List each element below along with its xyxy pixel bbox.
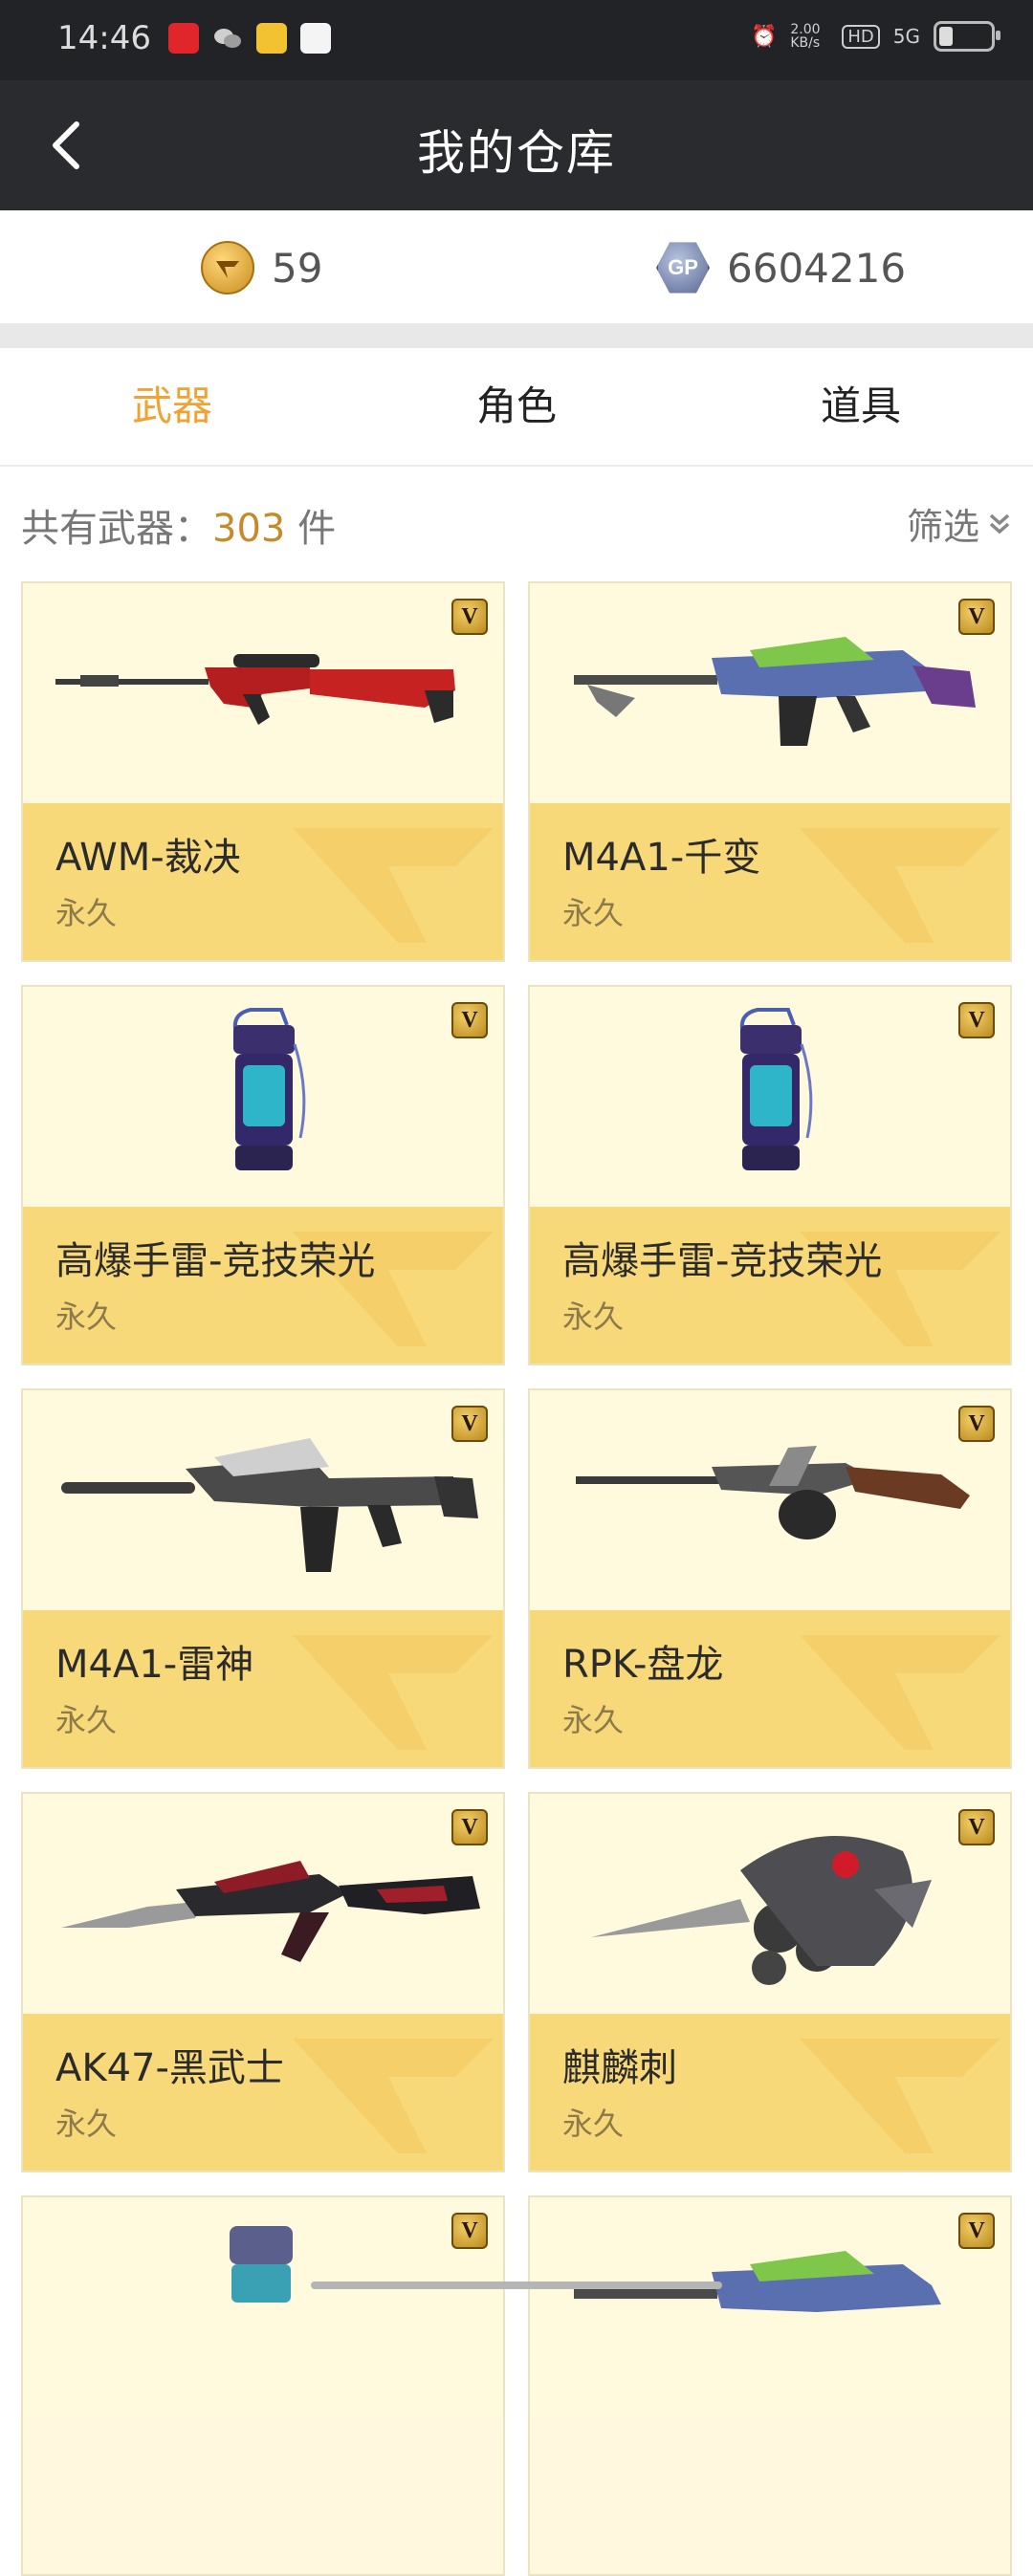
cf-logo-icon bbox=[293, 828, 494, 943]
knuckle-blade-icon bbox=[591, 1836, 932, 1985]
double-chevron-down-icon bbox=[989, 513, 1010, 534]
vip-badge: V bbox=[958, 2213, 995, 2249]
vip-badge: V bbox=[958, 1406, 995, 1442]
status-time: 14:46 bbox=[57, 19, 151, 57]
machine-gun-icon bbox=[576, 1446, 970, 1539]
cf-points-value: 59 bbox=[272, 244, 323, 292]
weapon-name: AWM-裁决 bbox=[55, 836, 241, 880]
cf-coin-icon bbox=[201, 241, 254, 295]
home-indicator[interactable] bbox=[311, 2281, 722, 2289]
vip-badge: V bbox=[451, 2213, 488, 2249]
vip-badge: V bbox=[451, 1002, 488, 1038]
assault-rifle-icon bbox=[61, 1438, 478, 1572]
nav-header: 我的仓库 bbox=[0, 80, 1033, 210]
weapon-name: AK47-黑武士 bbox=[55, 2046, 284, 2090]
cf-points-balance: 59 bbox=[201, 241, 322, 295]
weapon-card[interactable]: V AWM-裁决 永久 bbox=[21, 581, 505, 962]
weapon-name: M4A1-千变 bbox=[562, 836, 761, 880]
cf-logo-icon bbox=[800, 1635, 1000, 1750]
weapon-card[interactable]: V 高爆手雷-竞技荣光 永久 bbox=[21, 985, 505, 1365]
signal-icon: 5G bbox=[892, 25, 920, 48]
hd-icon: HD bbox=[842, 24, 880, 49]
game-app-icon bbox=[300, 23, 331, 54]
count-prefix: 共有武器： bbox=[21, 507, 212, 551]
count-suffix: 件 bbox=[285, 507, 337, 551]
section-divider bbox=[0, 323, 1033, 348]
net-speed: 2.00 KB/s bbox=[790, 22, 821, 51]
weapon-name: RPK-盘龙 bbox=[562, 1643, 724, 1687]
weapon-duration: 永久 bbox=[55, 2106, 118, 2142]
status-right: ⏰ 2.00 KB/s HD 5G bbox=[750, 21, 1000, 52]
cf-logo-icon bbox=[293, 1635, 494, 1750]
weapon-card[interactable]: V 高爆手雷-竞技荣光 永久 bbox=[528, 985, 1012, 1365]
battery-icon bbox=[934, 21, 1000, 52]
assault-rifle-icon bbox=[574, 2251, 941, 2312]
alarm-icon: ⏰ bbox=[750, 24, 778, 49]
vip-badge: V bbox=[958, 1002, 995, 1038]
category-tabs: 武器 角色 道具 bbox=[0, 348, 1033, 467]
weapon-duration: 永久 bbox=[55, 895, 118, 931]
vip-badge: V bbox=[451, 1809, 488, 1845]
status-bar: 14:46 ⏰ 2.00 KB/s HD 5G bbox=[0, 0, 1033, 80]
weapon-duration: 永久 bbox=[55, 1299, 118, 1335]
gp-points-value: 6604216 bbox=[727, 244, 907, 292]
grenade-icon bbox=[232, 1008, 306, 1170]
vip-badge: V bbox=[451, 599, 488, 635]
assault-rifle-icon bbox=[574, 637, 976, 746]
tab-items[interactable]: 道具 bbox=[689, 348, 1033, 465]
cf-logo-icon bbox=[293, 2039, 494, 2153]
weapon-name: 高爆手雷-竞技荣光 bbox=[55, 1239, 376, 1283]
filter-button[interactable]: 筛选 bbox=[907, 497, 1014, 550]
gp-points-balance: GP 6604216 bbox=[656, 241, 906, 295]
vip-badge: V bbox=[451, 1406, 488, 1442]
weapon-duration: 永久 bbox=[562, 895, 625, 931]
count-number: 303 bbox=[212, 507, 286, 551]
gp-coin-icon: GP bbox=[656, 242, 710, 294]
weapon-name: 高爆手雷-竞技荣光 bbox=[562, 1239, 883, 1283]
weapon-name: M4A1-雷神 bbox=[55, 1643, 254, 1687]
weapon-card[interactable]: V RPK-盘龙 永久 bbox=[528, 1388, 1012, 1769]
tab-weapons[interactable]: 武器 bbox=[0, 348, 344, 465]
count-row: 共有武器：303 件 筛选 bbox=[0, 467, 1033, 572]
page-title: 我的仓库 bbox=[417, 125, 616, 181]
weapon-card[interactable]: V M4A1-千变 永久 bbox=[528, 581, 1012, 962]
weapon-name: 麒麟刺 bbox=[562, 2046, 677, 2090]
weapon-card[interactable]: V bbox=[21, 2195, 505, 2576]
weapon-card[interactable]: V AK47-黑武士 永久 bbox=[21, 1792, 505, 2172]
sniper-rifle-icon bbox=[55, 654, 455, 725]
weapon-card[interactable]: V bbox=[528, 2195, 1012, 2576]
assault-rifle-icon bbox=[61, 1861, 480, 1962]
weapon-duration: 永久 bbox=[562, 1299, 625, 1335]
weapon-duration: 永久 bbox=[562, 2106, 625, 2142]
weapon-card[interactable]: V M4A1-雷神 永久 bbox=[21, 1388, 505, 1769]
weapon-duration: 永久 bbox=[55, 1702, 118, 1738]
weapon-count: 共有武器：303 件 bbox=[21, 497, 336, 553]
balance-bar: 59 GP 6604216 bbox=[0, 210, 1033, 323]
grenade-icon bbox=[739, 1008, 813, 1170]
tab-characters[interactable]: 角色 bbox=[344, 348, 689, 465]
wechat-icon bbox=[212, 23, 243, 54]
cf-logo-icon bbox=[800, 828, 1000, 943]
weapon-card[interactable]: V 麒麟刺 永久 bbox=[528, 1792, 1012, 2172]
filter-label: 筛选 bbox=[906, 506, 979, 548]
vip-badge: V bbox=[958, 599, 995, 635]
cf-logo-icon bbox=[800, 2039, 1000, 2153]
app-notification-icon bbox=[256, 23, 287, 54]
vip-badge: V bbox=[958, 1809, 995, 1845]
grenade-icon bbox=[230, 2226, 293, 2303]
weapon-duration: 永久 bbox=[562, 1702, 625, 1738]
netease-music-icon bbox=[168, 23, 199, 54]
